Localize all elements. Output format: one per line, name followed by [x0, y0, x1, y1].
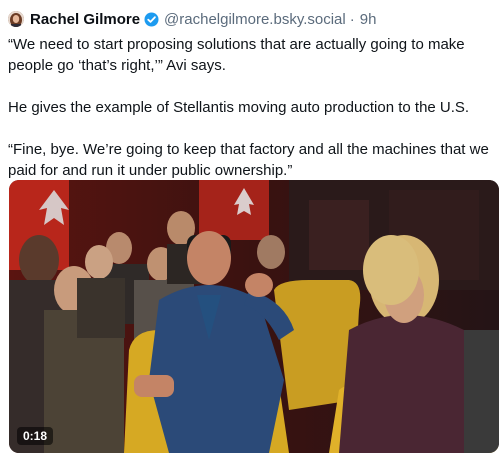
post-card[interactable]: Rachel Gilmore @rachelgilmore.bsky.socia…	[0, 0, 504, 456]
post-paragraph: “Fine, bye. We’re going to keep that fac…	[8, 141, 489, 179]
post-header: Rachel Gilmore @rachelgilmore.bsky.socia…	[8, 8, 376, 30]
separator-dot: ·	[349, 10, 355, 28]
post-timestamp[interactable]: 9h	[360, 11, 377, 28]
post-paragraph: He gives the example of Stellantis movin…	[8, 99, 470, 116]
post-body: “We need to start proposing solutions th…	[8, 34, 500, 202]
post-paragraph: “We need to start proposing solutions th…	[8, 36, 465, 74]
author-handle[interactable]: @rachelgilmore.bsky.social	[164, 11, 346, 28]
author-name[interactable]: Rachel Gilmore	[30, 11, 140, 28]
video-duration: 0:18	[17, 427, 54, 445]
verified-check-icon	[144, 12, 159, 27]
avatar[interactable]	[8, 11, 24, 27]
video-thumbnail	[9, 180, 499, 453]
video-player[interactable]: 0:18	[9, 180, 499, 453]
